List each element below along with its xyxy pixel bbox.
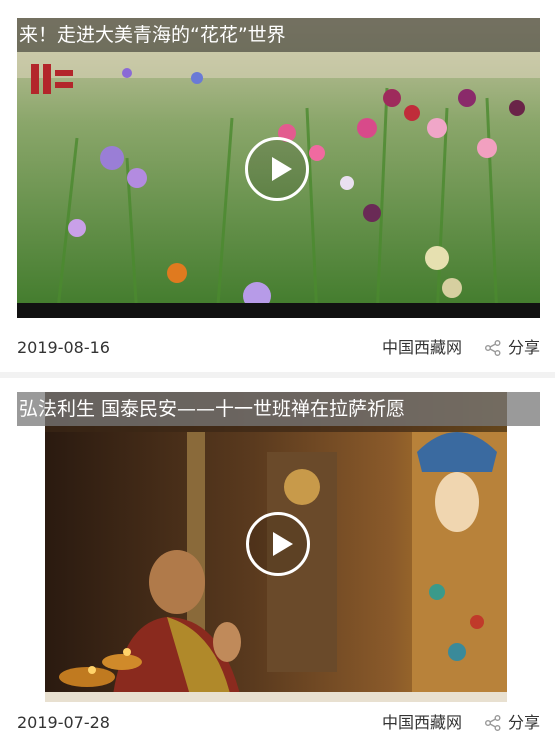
video-title[interactable]: 来！走进大美青海的“花花”世界: [17, 18, 540, 52]
video-thumbnail[interactable]: 来！走进大美青海的“花花”世界: [17, 18, 540, 318]
video-thumbnail[interactable]: 弘法利生 国泰民安——十一世班禅在拉萨祈愿: [17, 392, 540, 702]
video-meta: 2019-07-28 中国西藏网 分享: [17, 708, 540, 738]
source-label: 中国西藏网: [381, 713, 462, 732]
play-button-icon[interactable]: [246, 512, 310, 576]
video-card[interactable]: 弘法利生 国泰民安——十一世班禅在拉萨祈愿 2019-07-28 中国西藏网 分…: [0, 378, 555, 750]
video-meta: 2019-08-16 中国西藏网 分享: [17, 333, 540, 363]
publish-date: 2019-07-28: [17, 713, 110, 732]
publish-date: 2019-08-16: [17, 338, 110, 357]
play-button-icon[interactable]: [245, 137, 309, 201]
share-icon: [484, 340, 501, 356]
share-label: 分享: [507, 338, 540, 357]
share-label: 分享: [507, 713, 540, 732]
share-icon: [484, 715, 501, 731]
logo-icon: [29, 60, 77, 102]
video-title[interactable]: 弘法利生 国泰民安——十一世班禅在拉萨祈愿: [17, 392, 540, 426]
source-label: 中国西藏网: [381, 338, 462, 357]
video-card[interactable]: 来！走进大美青海的“花花”世界 2019-08-16 中国西藏网 分享: [0, 0, 555, 372]
share-button[interactable]: 分享: [484, 333, 540, 363]
share-button[interactable]: 分享: [484, 708, 540, 738]
